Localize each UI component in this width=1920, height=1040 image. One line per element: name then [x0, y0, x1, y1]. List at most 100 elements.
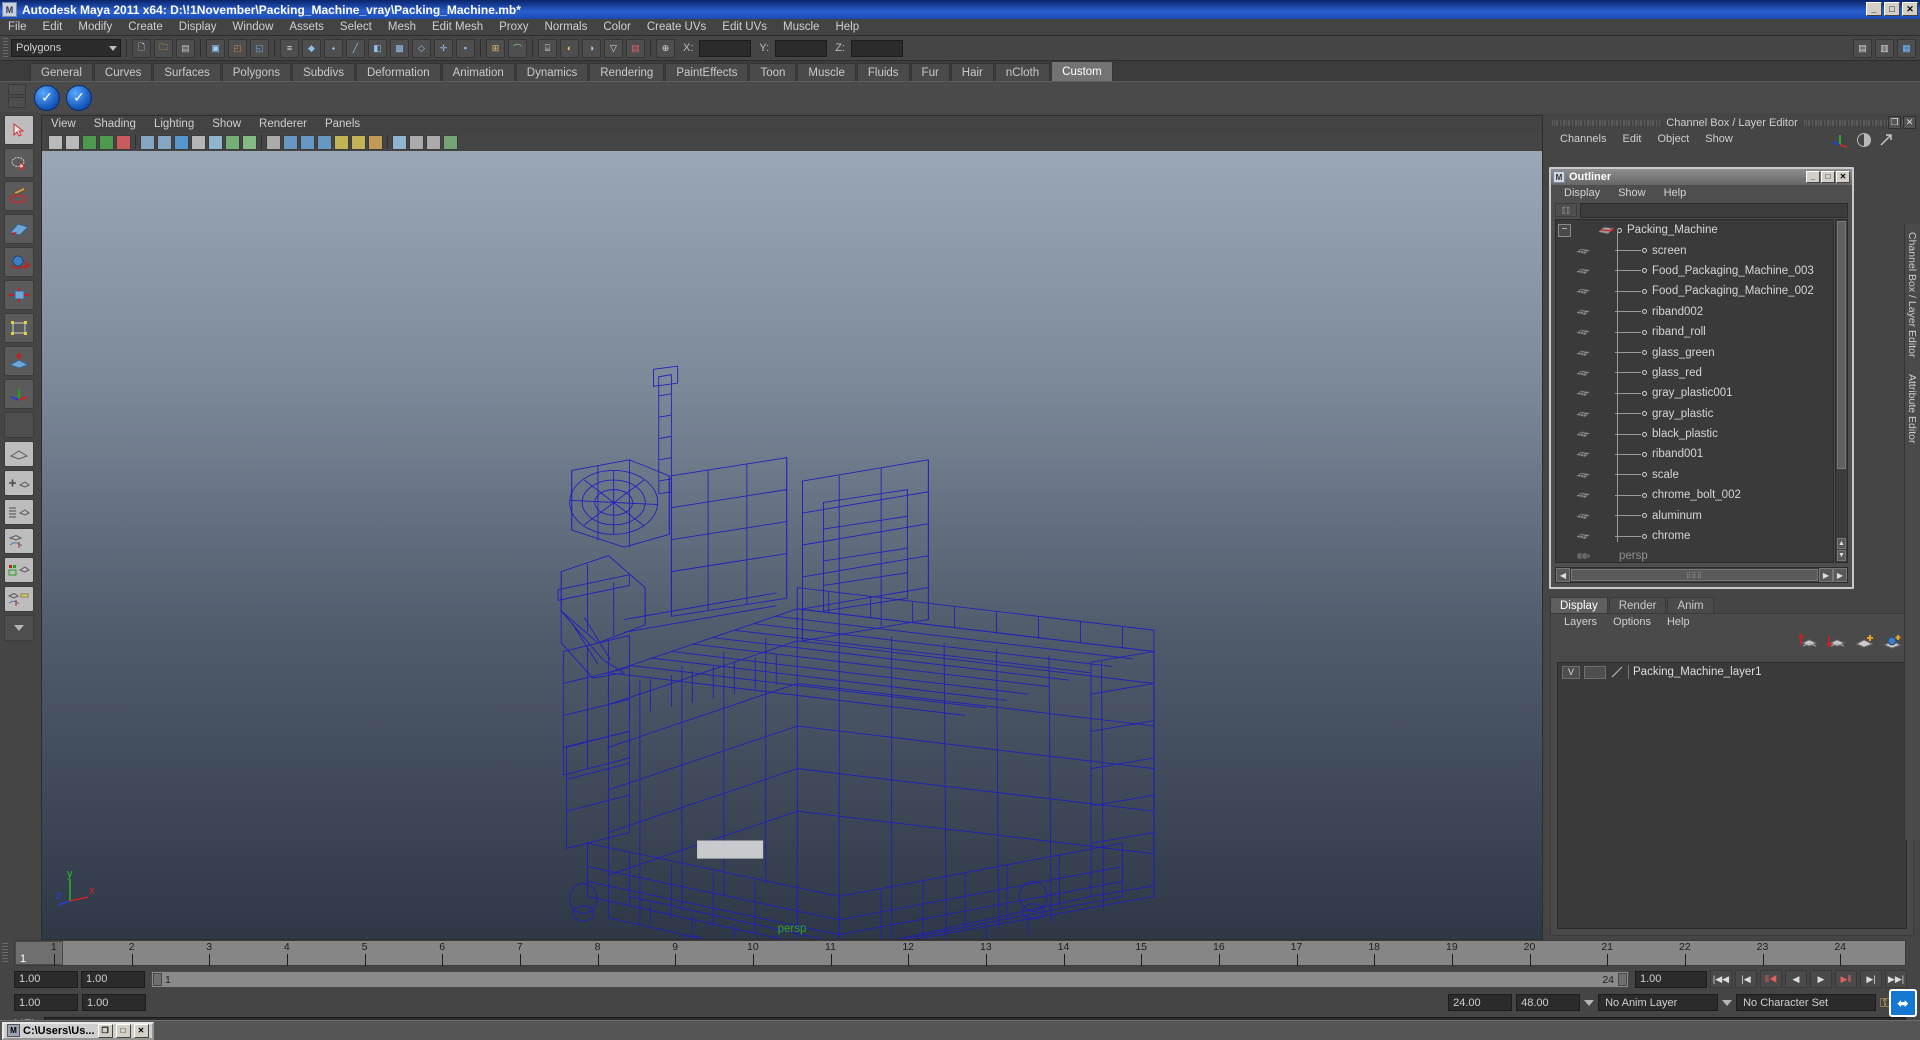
outliner-item[interactable]: chrome	[1556, 526, 1833, 546]
close-panel-button[interactable]: ✕	[1903, 116, 1916, 129]
smooth-shade-icon[interactable]	[140, 134, 155, 150]
outliner-item[interactable]: glass_red	[1556, 363, 1833, 383]
xray-icon[interactable]	[225, 134, 240, 150]
frame-selected-icon[interactable]	[426, 134, 441, 150]
persp-graph-layout[interactable]	[4, 528, 34, 554]
shelf-tab-custom[interactable]: Custom	[1051, 61, 1113, 81]
layer-tab-render[interactable]: Render	[1608, 597, 1667, 613]
tab-attribute-editor[interactable]: Attribute Editor	[1905, 366, 1919, 451]
outliner-item[interactable]: glass_green	[1556, 342, 1833, 362]
go-to-start-icon[interactable]: |◀◀	[1710, 970, 1732, 988]
step-back-keyframe-icon[interactable]: |◀	[1735, 970, 1757, 988]
outliner-tree[interactable]: − Packing_Machine screen Food_Packaging_Mac…	[1555, 219, 1834, 563]
outliner-title-bar[interactable]: M Outliner _ □ ✕	[1551, 169, 1852, 185]
layer-tab-display[interactable]: Display	[1550, 597, 1608, 613]
camera-attributes-icon[interactable]	[65, 134, 80, 150]
viewport-menu-panels[interactable]: Panels	[316, 116, 369, 133]
layer-tab-anim[interactable]: Anim	[1667, 597, 1714, 613]
save-scene-icon[interactable]: ▤	[176, 38, 195, 58]
step-back-frame-icon[interactable]: ⦀◀	[1760, 970, 1782, 988]
mask-points-icon[interactable]: ⬩	[324, 38, 343, 58]
window-controls[interactable]: _ □ ✕	[1866, 2, 1918, 16]
outliner-persp-layout[interactable]	[4, 499, 34, 525]
shelf-tab-surfaces[interactable]: Surfaces	[153, 63, 221, 81]
outliner-item[interactable]: riband002	[1556, 302, 1833, 322]
menu-proxy[interactable]: Proxy	[491, 19, 536, 36]
layer-row[interactable]: V Packing_Machine_layer1	[1558, 663, 1906, 681]
ipr-render-icon[interactable]: ◑	[582, 38, 601, 58]
menu-display[interactable]: Display	[171, 19, 225, 36]
film-gate-icon[interactable]	[317, 134, 332, 150]
shelf-options-grip[interactable]	[8, 84, 28, 112]
more-layouts[interactable]	[4, 615, 34, 641]
menu-normals[interactable]: Normals	[537, 19, 596, 36]
channelbox-menu-edit[interactable]: Edit	[1614, 133, 1649, 145]
outliner-item[interactable]: chrome_bolt_002	[1556, 485, 1833, 505]
outliner-filter-icon[interactable]: ⟦⟧	[1555, 203, 1577, 217]
component-mask-menu-icon[interactable]: ≡	[280, 38, 299, 58]
range-bar-right-handle[interactable]	[1618, 972, 1627, 986]
mask-hulls-icon[interactable]: ◇	[412, 38, 431, 58]
outliner-root-item[interactable]: − Packing_Machine	[1556, 220, 1833, 240]
shelf-tab-dynamics[interactable]: Dynamics	[515, 63, 589, 81]
arrow-up-right-icon[interactable]	[1878, 132, 1894, 148]
select-by-object-icon[interactable]: ◰	[228, 38, 247, 58]
taskbar-restore-button[interactable]: ❐	[97, 1023, 113, 1038]
outliner-minimize-button[interactable]: _	[1806, 171, 1820, 183]
channelbox-menu-show[interactable]: Show	[1697, 133, 1741, 145]
outliner-item[interactable]: screen	[1556, 240, 1833, 260]
outliner-close-button[interactable]: ✕	[1836, 171, 1850, 183]
viewport-menu-lighting[interactable]: Lighting	[145, 116, 203, 133]
shelf-tab-animation[interactable]: Animation	[441, 63, 515, 81]
shelf-tab-deformation[interactable]: Deformation	[355, 63, 441, 81]
taskbar-maximize-button[interactable]: □	[115, 1023, 131, 1038]
playback-start-field[interactable]: 1.00	[81, 970, 145, 988]
outliner-item[interactable]: gray_plastic001	[1556, 383, 1833, 403]
outliner-item[interactable]: riband_roll	[1556, 322, 1833, 342]
range-bar[interactable]: 1 24	[151, 970, 1629, 988]
shelf-tab-toon[interactable]: Toon	[749, 63, 797, 81]
y-coordinate-field[interactable]	[775, 39, 828, 57]
move-camera-icon[interactable]	[116, 134, 131, 150]
hscroll-right-button-2[interactable]: ▶	[1833, 568, 1847, 582]
outliner-maximize-button[interactable]: □	[1821, 171, 1835, 183]
vray-rt-icon[interactable]: ✓	[66, 84, 92, 111]
layer-playback-toggle[interactable]	[1584, 665, 1606, 679]
scrollbar-thumb[interactable]	[1837, 221, 1846, 469]
mask-pivots-icon[interactable]: ✛	[434, 38, 453, 58]
outliner-item[interactable]: gray_plastic	[1556, 404, 1833, 424]
play-backwards-icon[interactable]: ◀	[1785, 970, 1807, 988]
menu-select[interactable]: Select	[332, 19, 380, 36]
outliner-item[interactable]: riband001	[1556, 444, 1833, 464]
show-hide-attribute-editor-icon[interactable]: ▥	[1875, 38, 1894, 58]
hscroll-left-button[interactable]: ◀	[1556, 568, 1570, 582]
xray-joints-icon[interactable]	[242, 134, 257, 150]
layer-color-swatch[interactable]	[1610, 665, 1624, 679]
textured-icon[interactable]	[157, 134, 172, 150]
channelbox-menu-object[interactable]: Object	[1649, 133, 1697, 145]
viewport-menu-renderer[interactable]: Renderer	[250, 116, 316, 133]
perspective-viewport[interactable]: y x z persp	[42, 151, 1542, 939]
play-forwards-icon[interactable]: ▶	[1810, 970, 1832, 988]
playback-end-field[interactable]: 24.00	[1448, 994, 1513, 1011]
menu-help[interactable]: Help	[827, 19, 867, 36]
outliner-vertical-scrollbar[interactable]: ▲ ▼	[1835, 219, 1848, 563]
resolution-gate-icon[interactable]	[300, 134, 315, 150]
anim-end-field[interactable]: 48.00	[1516, 994, 1581, 1011]
snap-to-curve-icon[interactable]: ⌒	[508, 38, 527, 58]
character-set-chevron-down-icon[interactable]	[1722, 999, 1733, 1006]
expander-collapse-icon[interactable]: −	[1558, 223, 1571, 237]
maximize-button[interactable]: □	[1884, 2, 1900, 16]
menu-edit-uvs[interactable]: Edit UVs	[714, 19, 775, 36]
anim-start-field[interactable]: 1.00	[14, 970, 78, 988]
shadows-icon[interactable]	[191, 134, 206, 150]
drag-handle-left[interactable]	[1552, 120, 1661, 126]
outliner-horizontal-scrollbar[interactable]: ◀ ⣿⣿⣿ ▶ ▶	[1555, 567, 1848, 583]
render-settings-icon[interactable]: ▽	[604, 38, 623, 58]
shelf-tab-muscle[interactable]: Muscle	[797, 63, 856, 81]
anim-start-field-2[interactable]: 1.00	[14, 994, 78, 1011]
viewport-menu-show[interactable]: Show	[203, 116, 250, 133]
z-coordinate-field[interactable]	[850, 39, 903, 57]
outliner-item[interactable]: aluminum	[1556, 505, 1833, 525]
scroll-up-button[interactable]: ▲	[1837, 538, 1846, 549]
